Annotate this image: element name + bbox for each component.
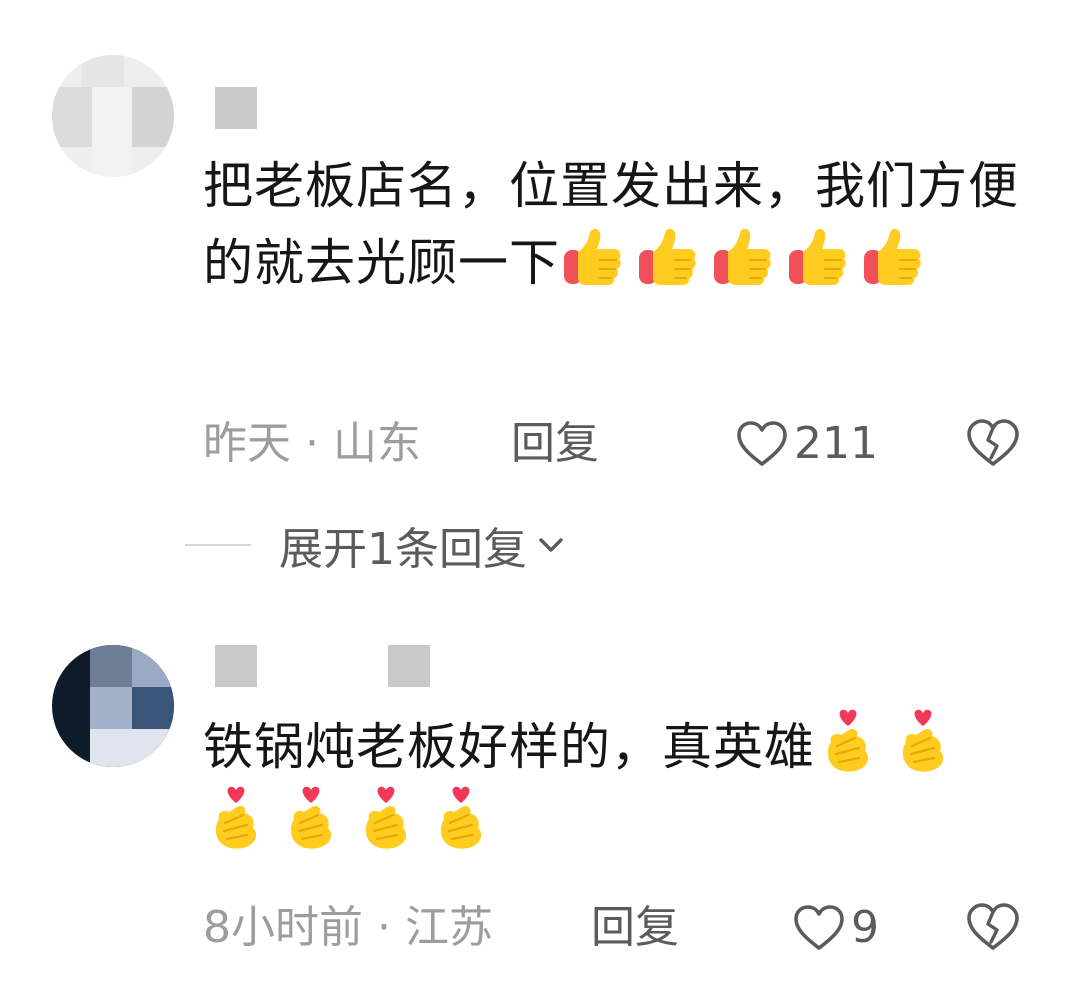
comment-location: 江苏 bbox=[405, 902, 493, 953]
reply-button[interactable]: 回复 bbox=[511, 414, 599, 474]
avatar-pixel bbox=[92, 87, 132, 177]
comment-time: 昨天 bbox=[203, 418, 291, 469]
comment-text: 铁锅炖老板好样的，真英雄 bbox=[203, 708, 1033, 862]
thumbs-up-icon bbox=[560, 224, 626, 290]
reply-button[interactable]: 回复 bbox=[591, 898, 679, 958]
thumbs-up-icon bbox=[860, 224, 926, 290]
heart-outline-icon bbox=[794, 905, 844, 950]
expand-replies-button[interactable]: 展开1条回复 bbox=[185, 515, 569, 575]
finger-heart-icon bbox=[278, 785, 344, 851]
comment-text: 把老板店名，位置发出来，我们方便的就去光顾一下 bbox=[203, 148, 1033, 301]
avatar-pixel bbox=[52, 87, 92, 147]
avatar-pixel bbox=[90, 687, 132, 729]
expand-replies-label: 展开1条回复 bbox=[279, 524, 527, 575]
username-redacted[interactable] bbox=[215, 87, 257, 129]
meta-separator: · bbox=[377, 902, 391, 953]
comment-location: 山东 bbox=[333, 418, 421, 469]
avatar[interactable] bbox=[52, 645, 174, 767]
comment-time-location: 8小时前 · 江苏 bbox=[203, 898, 493, 958]
thumbs-up-icon bbox=[635, 224, 701, 290]
chevron-down-icon bbox=[539, 538, 563, 552]
like-count: 9 bbox=[851, 902, 879, 953]
avatar-pixel bbox=[90, 645, 132, 687]
like-button[interactable]: 211 bbox=[736, 414, 878, 474]
finger-heart-icon bbox=[203, 785, 269, 851]
avatar-pixel bbox=[132, 687, 174, 729]
finger-heart-icon bbox=[428, 785, 494, 851]
avatar-pixel bbox=[132, 645, 174, 687]
comment-item: 铁锅炖老板好样的，真英雄 8小时前 · 江苏 回复 9 bbox=[0, 600, 1080, 983]
comment-meta: 8小时前 · 江苏 回复 9 bbox=[203, 898, 1020, 958]
heart-outline-icon bbox=[737, 421, 787, 466]
divider-line bbox=[185, 544, 251, 546]
broken-heart-icon[interactable] bbox=[966, 418, 1020, 468]
thumbs-up-icon bbox=[710, 224, 776, 290]
finger-heart-icon bbox=[815, 708, 881, 774]
avatar[interactable] bbox=[52, 55, 174, 177]
thumbs-up-icon bbox=[785, 224, 851, 290]
comment-time-location: 昨天 · 山东 bbox=[203, 414, 421, 474]
meta-separator: · bbox=[305, 418, 319, 469]
avatar-pixel bbox=[132, 87, 174, 147]
finger-heart-icon bbox=[890, 708, 956, 774]
like-button[interactable]: 9 bbox=[793, 898, 879, 958]
comment-text-content: 铁锅炖老板好样的，真英雄 bbox=[203, 718, 815, 776]
like-count: 211 bbox=[794, 418, 878, 469]
finger-heart-icon bbox=[353, 785, 419, 851]
emoji-row bbox=[560, 228, 935, 292]
comment-item: 把老板店名，位置发出来，我们方便的就去光顾一下 昨天 · 山东 回复 211 bbox=[0, 0, 1080, 500]
username-redacted[interactable] bbox=[215, 645, 257, 687]
username-redacted[interactable] bbox=[388, 645, 430, 687]
comment-meta: 昨天 · 山东 回复 211 bbox=[203, 414, 1020, 474]
comment-time: 8小时前 bbox=[203, 902, 363, 953]
avatar-pixel bbox=[90, 729, 174, 767]
broken-heart-icon[interactable] bbox=[966, 902, 1020, 952]
